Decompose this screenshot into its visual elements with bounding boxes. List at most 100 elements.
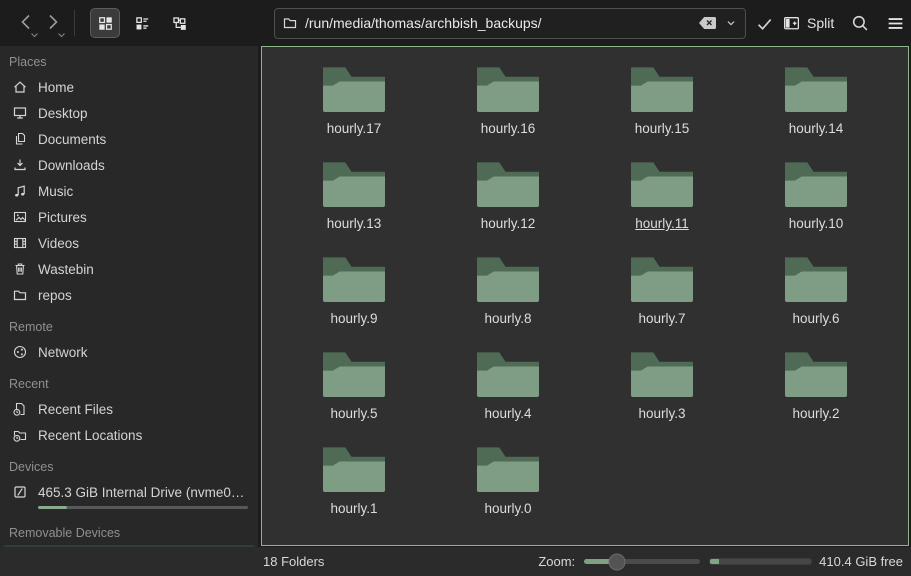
videos-icon bbox=[12, 235, 28, 251]
sidebar-item-label: Recent Files bbox=[38, 402, 113, 417]
folder-icon bbox=[323, 160, 385, 207]
sidebar-item-label: Music bbox=[38, 184, 73, 199]
folder-item[interactable]: hourly.7 bbox=[585, 255, 739, 350]
free-space-bar-fill bbox=[710, 559, 719, 564]
desktop-icon bbox=[12, 105, 28, 121]
sidebar-item-desktop[interactable]: Desktop bbox=[2, 100, 256, 126]
folder-icon bbox=[785, 350, 847, 397]
sidebar-item-home[interactable]: Home bbox=[2, 74, 256, 100]
free-space-label: 410.4 GiB free bbox=[819, 554, 903, 569]
status-bar: 18 Folders Zoom: 410.4 GiB free bbox=[0, 547, 911, 576]
location-input[interactable] bbox=[305, 15, 691, 31]
sidebar-item-label: Home bbox=[38, 80, 74, 95]
icons-view-icon bbox=[97, 15, 114, 32]
sidebar-item-465-3-gib-internal-drive-nvme0n1[interactable]: 465.3 GiB Internal Drive (nvme0n1... bbox=[2, 479, 256, 505]
folder-item[interactable]: hourly.6 bbox=[739, 255, 893, 350]
sidebar-section-title: Devices bbox=[0, 455, 258, 479]
recent-files-icon bbox=[12, 401, 28, 417]
sidebar-item-recent-files[interactable]: Recent Files bbox=[2, 396, 256, 422]
zoom-slider[interactable] bbox=[584, 559, 700, 564]
folder-item-label: hourly.14 bbox=[789, 121, 844, 136]
folder-item[interactable]: hourly.14 bbox=[739, 65, 893, 160]
wastebin-icon bbox=[12, 261, 28, 277]
folder-icon bbox=[477, 255, 539, 302]
folder-count-label: 18 Folders bbox=[263, 554, 324, 569]
search-icon[interactable] bbox=[850, 13, 870, 33]
sidebar-item-label: repos bbox=[38, 288, 72, 303]
folder-item[interactable]: hourly.17 bbox=[277, 65, 431, 160]
folder-icon bbox=[323, 350, 385, 397]
home-icon bbox=[12, 79, 28, 95]
sidebar-item-downloads[interactable]: Downloads bbox=[2, 152, 256, 178]
details-view-icon bbox=[134, 15, 151, 32]
folder-view[interactable]: hourly.17 hourly.16 hourly.15 hourly.14 … bbox=[261, 46, 909, 546]
folder-icon bbox=[631, 350, 693, 397]
folder-icon bbox=[323, 255, 385, 302]
location-folder-icon bbox=[282, 15, 298, 31]
icons-view-button[interactable] bbox=[90, 8, 120, 38]
sidebar-item-music[interactable]: Music bbox=[2, 178, 256, 204]
sidebar-item-wastebin[interactable]: Wastebin bbox=[2, 256, 256, 282]
folder-item[interactable]: hourly.16 bbox=[431, 65, 585, 160]
folder-item[interactable]: hourly.3 bbox=[585, 350, 739, 445]
folder-item[interactable]: hourly.9 bbox=[277, 255, 431, 350]
clear-location-icon[interactable] bbox=[698, 16, 717, 30]
location-dropdown-icon[interactable] bbox=[724, 16, 738, 30]
sidebar-item-label: 465.3 GiB Internal Drive (nvme0n1... bbox=[38, 485, 250, 500]
forward-history-caret-icon[interactable] bbox=[57, 32, 66, 38]
folder-item[interactable]: hourly.10 bbox=[739, 160, 893, 255]
forward-button[interactable] bbox=[39, 7, 66, 39]
folder-item[interactable]: hourly.0 bbox=[431, 445, 585, 540]
sidebar-section-title: Places bbox=[0, 50, 258, 74]
sidebar-section: RemoteNetwork bbox=[0, 315, 258, 365]
folder-item[interactable]: hourly.4 bbox=[431, 350, 585, 445]
folder-item[interactable]: hourly.8 bbox=[431, 255, 585, 350]
folder-item-label: hourly.8 bbox=[484, 311, 531, 326]
folder-item[interactable]: hourly.12 bbox=[431, 160, 585, 255]
folder-item[interactable]: hourly.15 bbox=[585, 65, 739, 160]
folder-icon bbox=[477, 65, 539, 112]
sidebar-item-network[interactable]: Network bbox=[2, 339, 256, 365]
folder-item-label: hourly.5 bbox=[330, 406, 377, 421]
downloads-icon bbox=[12, 157, 28, 173]
sidebar-item-documents[interactable]: Documents bbox=[2, 126, 256, 152]
zoom-slider-handle[interactable] bbox=[608, 553, 625, 570]
folder-item[interactable]: hourly.5 bbox=[277, 350, 431, 445]
folder-item[interactable]: hourly.2 bbox=[739, 350, 893, 445]
folder-item-label: hourly.4 bbox=[484, 406, 531, 421]
sidebar-item-label: Videos bbox=[38, 236, 79, 251]
recent-locations-icon bbox=[12, 427, 28, 443]
folder-item-label: hourly.7 bbox=[638, 311, 685, 326]
sidebar-item-pictures[interactable]: Pictures bbox=[2, 204, 256, 230]
sidebar-item-recent-locations[interactable]: Recent Locations bbox=[2, 422, 256, 448]
sidebar-item-label: Downloads bbox=[38, 158, 105, 173]
folder-item-label: hourly.10 bbox=[789, 216, 844, 231]
split-view-button[interactable]: Split bbox=[782, 14, 834, 33]
folder-item[interactable]: hourly.1 bbox=[277, 445, 431, 540]
sidebar-section: Removable Devicesarchbish_backups bbox=[0, 521, 258, 547]
back-history-caret-icon[interactable] bbox=[30, 32, 39, 38]
folder-icon bbox=[631, 65, 693, 112]
folder-icon bbox=[785, 65, 847, 112]
hamburger-menu-icon[interactable] bbox=[885, 14, 906, 33]
sidebar-item-videos[interactable]: Videos bbox=[2, 230, 256, 256]
file-manager-window: Split Places Home DesktopDocuments Download… bbox=[0, 0, 911, 576]
back-button[interactable] bbox=[12, 7, 39, 39]
split-view-label: Split bbox=[807, 15, 834, 31]
sidebar-item-label: Pictures bbox=[38, 210, 87, 225]
folder-item-label: hourly.15 bbox=[635, 121, 690, 136]
folder-item-label: hourly.17 bbox=[327, 121, 382, 136]
folder-item-label: hourly.9 bbox=[330, 311, 377, 326]
folder-item[interactable]: hourly.11 bbox=[585, 160, 739, 255]
sidebar-section-title: Removable Devices bbox=[0, 521, 258, 545]
accept-location-icon[interactable] bbox=[755, 14, 774, 33]
folder-item[interactable]: hourly.13 bbox=[277, 160, 431, 255]
location-bar[interactable] bbox=[274, 8, 746, 39]
details-view-button[interactable] bbox=[127, 8, 157, 38]
sidebar-item-label: Recent Locations bbox=[38, 428, 142, 443]
tree-view-button[interactable] bbox=[164, 8, 194, 38]
folder-icon bbox=[477, 350, 539, 397]
sidebar-item-repos[interactable]: repos bbox=[2, 282, 256, 308]
folder-icon bbox=[12, 287, 28, 303]
folder-icon bbox=[785, 255, 847, 302]
